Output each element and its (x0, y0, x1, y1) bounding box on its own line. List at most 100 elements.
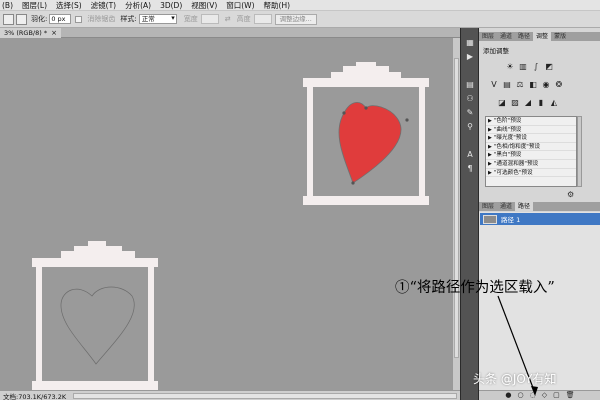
menu-item-view[interactable]: 视图(V) (191, 0, 217, 11)
options-bar: 羽化: 0 px 消除锯齿 样式: 正常 宽度 ⇄ 高度 调整边缘... (0, 11, 600, 28)
swatches-icon[interactable]: ▤ (464, 80, 476, 90)
feather-label: 羽化: (31, 15, 48, 23)
expand-triangle-icon: ▶ (488, 118, 492, 124)
preset-item[interactable]: ▶ "曝光度"预设 (486, 134, 576, 143)
selection-mode-icon[interactable] (3, 13, 14, 25)
expand-triangle-icon: ▶ (488, 126, 492, 133)
vibrance-icon[interactable]: V (489, 80, 499, 90)
heart-red (338, 102, 402, 184)
tab-masks[interactable]: 蒙版 (551, 32, 569, 41)
clone-source-icon[interactable]: ⚲ (464, 122, 476, 132)
photo-frame-bottom (32, 241, 158, 390)
photo-filter-icon[interactable]: ◉ (541, 80, 551, 90)
gradient-map-icon[interactable]: ▮ (536, 98, 546, 108)
canvas[interactable] (0, 38, 452, 390)
delete-path-icon[interactable]: 🗑 (566, 391, 575, 400)
adjustments-panel: 图层 通道 路径 调整 蒙版 添加调整 ☀ ▥ ∫ ◩ V ▤ ⚖ ◧ ◉ ❂ … (478, 28, 600, 400)
adjust-icons-row-2: V ▤ ⚖ ◧ ◉ ❂ (489, 80, 564, 90)
hue-saturation-icon[interactable]: ▤ (502, 80, 512, 90)
antialias-label: 消除锯齿 (87, 15, 116, 23)
expand-triangle-icon: ▶ (488, 152, 492, 159)
exposure-icon[interactable]: ◩ (544, 62, 554, 72)
antialias-checkbox[interactable] (75, 15, 83, 23)
color-balance-icon[interactable]: ⚖ (515, 80, 525, 90)
menu-item-analysis[interactable]: 分析(A) (125, 0, 151, 11)
menu-item-layer[interactable]: 图层(L) (22, 0, 47, 11)
preset-item[interactable]: ▶ "可选颜色"预设 (486, 169, 576, 178)
load-path-as-selection-icon[interactable]: ◌ (530, 391, 536, 400)
tab-layers[interactable]: 图层 (479, 32, 497, 41)
annotation-callout: ①“将路径作为选区载入” (395, 280, 555, 296)
styles-icon[interactable]: ⚇ (464, 94, 476, 104)
scrollbar-thumb[interactable] (454, 58, 459, 358)
history-icon[interactable]: ▦ (464, 38, 476, 48)
adjustments-title: 添加调整 (483, 47, 509, 55)
feather-input[interactable]: 0 px (49, 14, 72, 24)
tab-paths-bottom[interactable]: 路径 (515, 202, 534, 211)
width-input[interactable] (200, 14, 219, 24)
brushes-icon[interactable]: ✎ (464, 108, 476, 118)
style-label: 样式: (120, 15, 137, 23)
menu-item-help[interactable]: 帮助(H) (264, 0, 291, 11)
paths-panel-buttons: ● ○ ◌ ◇ ▢ 🗑 (479, 390, 600, 400)
menu-item-select[interactable]: 选择(S) (56, 0, 82, 11)
menu-item-filter[interactable]: 滤镜(T) (91, 0, 116, 11)
adjust-icons-row-3: ◪ ▨ ◢ ▮ ◭ (497, 98, 559, 108)
new-path-icon[interactable]: ▢ (553, 391, 560, 400)
expand-triangle-icon: ▶ (488, 169, 492, 176)
preset-item[interactable]: ▶ "色相/饱和度"预设 (486, 143, 576, 152)
menu-item[interactable]: (B) (2, 1, 13, 10)
width-label: 宽度 (183, 15, 198, 23)
panel-options-icon[interactable]: ⚙ (567, 190, 574, 199)
channel-mixer-icon[interactable]: ❂ (554, 80, 564, 90)
canvas-vertical-scrollbar[interactable] (452, 38, 460, 390)
threshold-icon[interactable]: ◢ (523, 98, 533, 108)
adjust-icons-row-1: ☀ ▥ ∫ ◩ (505, 62, 554, 72)
fill-path-icon[interactable]: ● (505, 391, 511, 400)
style-select[interactable]: 正常 (138, 14, 177, 24)
tab-layers-bottom[interactable]: 图层 (479, 202, 497, 211)
document-size-readout: 文档:703.1K/673.2K (3, 392, 67, 400)
menu-item-3d[interactable]: 3D(D) (160, 1, 182, 10)
preset-item[interactable]: ▶ "色阶"预设 (486, 117, 576, 126)
expand-triangle-icon: ▶ (488, 135, 492, 142)
curves-icon[interactable]: ∫ (531, 62, 541, 72)
tab-channels[interactable]: 通道 (497, 32, 515, 41)
path-item-selected[interactable]: 路径 1 (480, 213, 600, 225)
selective-color-icon[interactable]: ◭ (549, 98, 559, 108)
menu-item-window[interactable]: 窗口(W) (226, 0, 254, 11)
canvas-horizontal-scrollbar[interactable] (73, 392, 457, 399)
posterize-icon[interactable]: ▨ (510, 98, 520, 108)
path-thumbnail (483, 214, 497, 224)
swap-icon[interactable]: ⇄ (225, 15, 231, 23)
invert-icon[interactable]: ◪ (497, 98, 507, 108)
black-white-icon[interactable]: ◧ (528, 80, 538, 90)
height-input[interactable] (253, 14, 272, 24)
tab-channels-bottom[interactable]: 通道 (497, 202, 515, 211)
tab-adjustments[interactable]: 调整 (533, 32, 552, 41)
document-tab-bar: 3% (RGB/8) * × (0, 28, 460, 38)
stroke-path-icon[interactable]: ○ (517, 391, 523, 400)
tab-paths[interactable]: 路径 (515, 32, 533, 41)
expand-triangle-icon: ▶ (488, 160, 492, 167)
add-selection-icon[interactable] (16, 13, 27, 25)
brightness-contrast-icon[interactable]: ☀ (505, 62, 515, 72)
heart-outline-path (60, 286, 135, 365)
document-tab[interactable]: 3% (RGB/8) * × (0, 28, 61, 38)
preset-item[interactable]: ▶ "黑白"预设 (486, 151, 576, 160)
paragraph-icon[interactable]: ¶ (464, 164, 476, 174)
path-item-label: 路径 1 (501, 216, 521, 224)
actions-icon[interactable]: ▶ (464, 52, 476, 62)
preset-item[interactable]: ▶ "曲线"预设 (486, 126, 576, 135)
adjustment-presets-list: ▶ "色阶"预设 ▶ "曲线"预设 ▶ "曝光度"预设 ▶ "色相/饱和度"预设 ▶ "黑… (485, 116, 577, 187)
make-work-path-icon[interactable]: ◇ (542, 391, 547, 400)
character-icon[interactable]: A (464, 150, 476, 160)
preset-item[interactable]: ▶ "通道混和器"预设 (486, 160, 576, 169)
panel-bottom-tabs: 图层 通道 路径 (479, 202, 600, 211)
panel-top-tabs: 图层 通道 路径 调整 蒙版 (479, 32, 600, 41)
levels-icon[interactable]: ▥ (518, 62, 528, 72)
presets-scrollbar[interactable] (577, 116, 582, 187)
paths-list: 路径 1 (479, 212, 600, 390)
refine-edge-button[interactable]: 调整边缘... (274, 13, 317, 25)
close-icon[interactable]: × (51, 28, 57, 38)
